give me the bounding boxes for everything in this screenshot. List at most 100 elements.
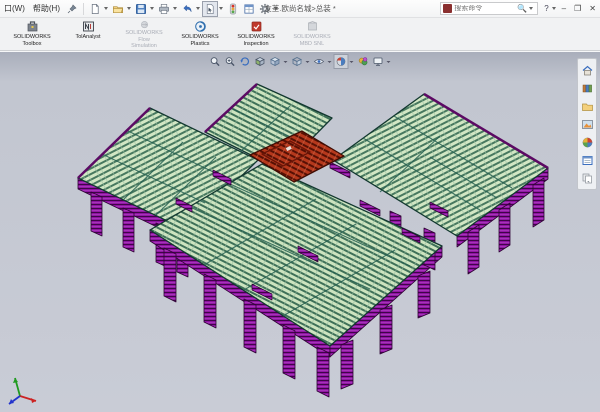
custom-properties-icon	[581, 154, 594, 167]
addin-label: TolAnalyst	[75, 34, 100, 41]
titlebar-right: 🔍 ? – ❐ ✕	[440, 2, 600, 15]
search-dropdown-chevron[interactable]	[529, 7, 533, 10]
addin-label: Simulation	[131, 43, 157, 50]
zoom-to-area-icon	[225, 56, 236, 67]
menu-window[interactable]: 口(W)	[0, 1, 29, 16]
options-button[interactable]	[257, 1, 273, 17]
rebuild-button[interactable]	[225, 1, 241, 17]
title-bar: 口(W) 帮助(H)	[0, 0, 600, 18]
zoom-to-fit-icon	[210, 56, 221, 67]
addin-label: MBD SNL	[300, 41, 324, 48]
view-settings-chevron[interactable]	[387, 61, 391, 63]
view-orientation-button[interactable]	[268, 54, 283, 69]
select-button[interactable]	[202, 1, 218, 17]
mbd-snl-icon	[306, 20, 319, 33]
solidworks-resources-button[interactable]	[579, 62, 595, 78]
file-explorer-button[interactable]	[579, 98, 595, 114]
addin-inspection-button[interactable]: SOLIDWORKS Inspection	[228, 18, 284, 50]
addin-label: Toolbox	[23, 41, 42, 48]
options-gear-icon	[259, 3, 271, 15]
undo-button[interactable]	[179, 1, 195, 17]
addin-plastics-button[interactable]: SOLIDWORKS Plastics	[172, 18, 228, 50]
design-library-icon	[581, 82, 594, 95]
save-button[interactable]	[133, 1, 149, 17]
formwork-model-canvas[interactable]	[0, 52, 600, 412]
view-cube-icon	[270, 56, 281, 67]
options-dropdown-chevron[interactable]	[274, 7, 278, 10]
select-dropdown-chevron[interactable]	[219, 7, 223, 10]
section-view-icon	[255, 56, 266, 67]
previous-view-button[interactable]	[238, 54, 253, 69]
view-orientation-chevron[interactable]	[284, 61, 288, 63]
folder-icon	[581, 100, 594, 113]
eye-icon	[314, 56, 325, 67]
display-style-button[interactable]	[290, 54, 305, 69]
print-button[interactable]	[156, 1, 172, 17]
hide-show-chevron[interactable]	[328, 61, 332, 63]
appearances-scenes-button[interactable]	[579, 134, 595, 150]
view-palette-button[interactable]	[579, 116, 595, 132]
view-settings-monitor-icon	[373, 56, 384, 67]
toolbar-separator	[83, 3, 84, 15]
undo-dropdown-chevron[interactable]	[196, 7, 200, 10]
addin-label: SOLIDWORKS	[237, 34, 274, 41]
addin-tolanalyst-button[interactable]: TolAnalyst	[60, 18, 116, 50]
new-document-button[interactable]	[87, 1, 103, 17]
previous-view-icon	[240, 56, 251, 67]
search-input[interactable]	[454, 5, 516, 12]
hide-show-items-button[interactable]	[312, 54, 327, 69]
open-folder-icon	[112, 3, 124, 15]
forum-pages-icon	[581, 172, 594, 185]
zoom-to-fit-button[interactable]	[208, 54, 223, 69]
addin-toolbox-button[interactable]: SOLIDWORKS Toolbox	[4, 18, 60, 50]
addin-mbd-snl-button[interactable]: SOLIDWORKS MBD SNL	[284, 18, 340, 50]
minimize-button[interactable]: –	[558, 3, 570, 14]
file-properties-button[interactable]	[241, 1, 257, 17]
new-dropdown-chevron[interactable]	[104, 7, 108, 10]
addin-label: Plastics	[191, 41, 210, 48]
display-style-chevron[interactable]	[306, 61, 310, 63]
solidworks-window: 口(W) 帮助(H)	[0, 0, 600, 412]
undo-icon	[181, 3, 193, 15]
custom-properties-button[interactable]	[579, 152, 595, 168]
formwork-model[interactable]	[78, 84, 548, 397]
menu-help[interactable]: 帮助(H)	[29, 1, 64, 16]
toolbox-icon	[26, 20, 39, 33]
addin-label: SOLIDWORKS	[181, 34, 218, 41]
apply-scene-button[interactable]	[356, 54, 371, 69]
design-library-button[interactable]	[579, 80, 595, 96]
quick-access-toolbar	[87, 1, 280, 17]
close-button[interactable]: ✕	[585, 3, 600, 14]
help-dropdown-chevron[interactable]	[552, 7, 556, 10]
addin-label: Inspection	[243, 41, 268, 48]
edit-appearance-button[interactable]	[334, 54, 349, 69]
section-view-button[interactable]	[253, 54, 268, 69]
inspection-icon	[250, 20, 263, 33]
new-document-icon	[89, 3, 101, 15]
help-button[interactable]: ?	[544, 4, 548, 13]
plastics-icon	[194, 20, 207, 33]
zoom-to-area-button[interactable]	[223, 54, 238, 69]
addin-label: SOLIDWORKS	[125, 30, 162, 37]
pin-icon[interactable]	[67, 4, 77, 14]
command-search[interactable]: 🔍	[440, 2, 538, 15]
open-button[interactable]	[110, 1, 126, 17]
home-icon	[581, 64, 594, 77]
edit-appearance-chevron[interactable]	[350, 61, 354, 63]
graphics-viewport[interactable]	[0, 52, 600, 412]
print-icon	[158, 3, 170, 15]
forum-button[interactable]	[579, 170, 595, 186]
flow-simulation-icon	[138, 20, 151, 29]
tolanalyst-icon	[82, 20, 95, 33]
save-dropdown-chevron[interactable]	[150, 7, 154, 10]
orientation-triad	[9, 378, 36, 404]
appearance-ball-icon	[336, 56, 347, 67]
search-icon[interactable]: 🔍	[517, 4, 527, 13]
addin-label: SOLIDWORKS	[293, 34, 330, 41]
appearances-ball-icon	[581, 136, 594, 149]
addin-flow-simulation-button[interactable]: SOLIDWORKS Flow Simulation	[116, 18, 172, 50]
view-settings-button[interactable]	[371, 54, 386, 69]
print-dropdown-chevron[interactable]	[173, 7, 177, 10]
open-dropdown-chevron[interactable]	[127, 7, 131, 10]
restore-button[interactable]: ❐	[570, 3, 585, 14]
